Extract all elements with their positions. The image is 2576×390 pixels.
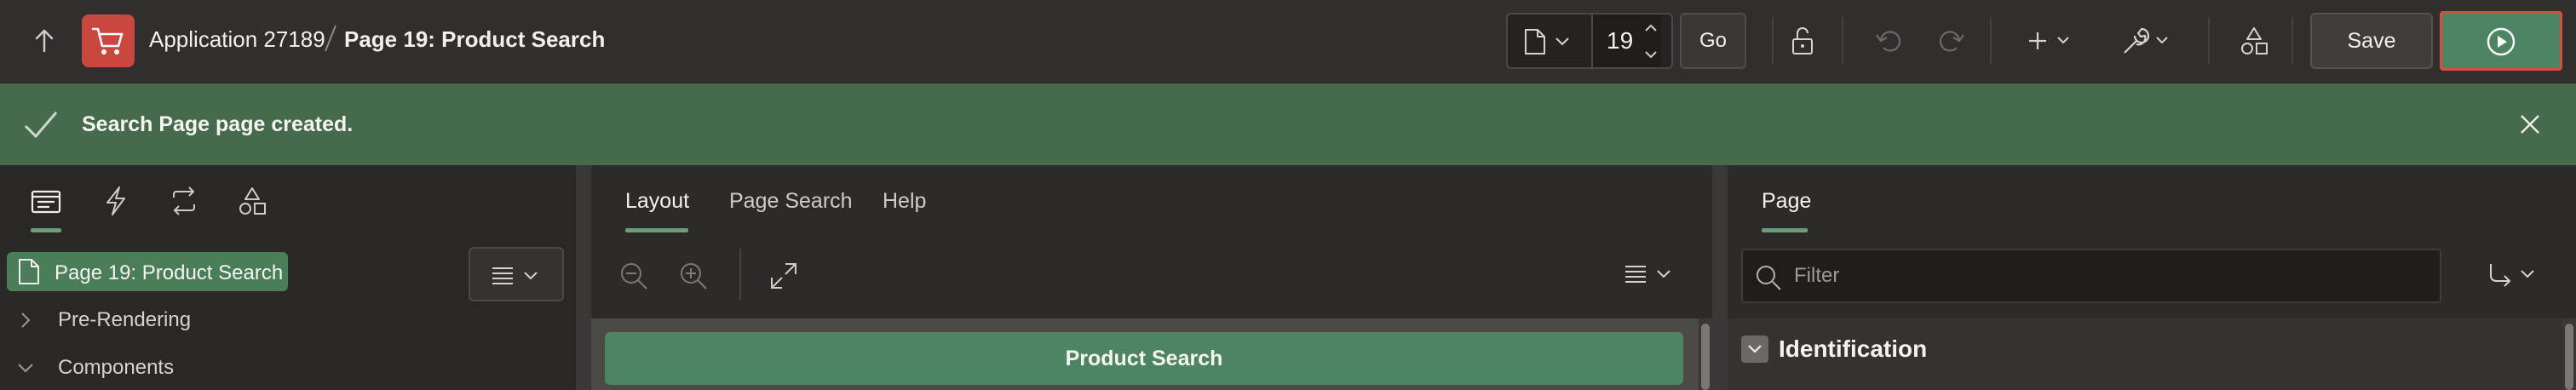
success-message-text: Search Page page created. (82, 112, 354, 136)
chevron-down-icon (1748, 345, 1762, 353)
success-message: Search Page page created. (0, 83, 2576, 165)
right-splitter[interactable] (1712, 165, 1728, 390)
shared-components-icon[interactable] (2237, 24, 2271, 58)
menu-icon (492, 267, 538, 284)
page-selector[interactable]: 19 (1506, 13, 1673, 69)
shared-components-tab-icon[interactable] (235, 184, 273, 218)
layout-menu-icon[interactable] (1624, 262, 1678, 286)
active-tab-indicator (625, 228, 688, 232)
page-title: Page 19: Product Search (344, 26, 606, 52)
tree-node-components[interactable]: Components (58, 356, 174, 380)
tab-help[interactable]: Help (883, 189, 926, 214)
toolbar-divider (2208, 17, 2210, 65)
processing-tab-icon[interactable] (167, 184, 204, 218)
collapse-toggle[interactable] (1741, 336, 1768, 363)
tab-page-search[interactable]: Page Search (729, 189, 853, 214)
toolbar-divider (1842, 17, 1843, 65)
breadcrumb-separator (323, 22, 338, 54)
filter-box (1741, 249, 2441, 303)
toolbar-divider (1990, 17, 1992, 65)
go-button[interactable]: Go (1680, 13, 1746, 69)
chevron-right-icon[interactable] (15, 310, 36, 330)
toolbar-divider (739, 249, 741, 300)
up-arrow-icon[interactable] (27, 24, 61, 58)
chevron-down-icon[interactable] (15, 358, 36, 378)
tab-page[interactable]: Page (1762, 189, 1811, 214)
expand-icon[interactable] (767, 259, 801, 293)
rendering-tab-icon[interactable] (29, 184, 66, 218)
redo-icon[interactable] (1934, 24, 1968, 58)
check-icon (22, 107, 60, 141)
active-tab-indicator (31, 228, 61, 232)
app-header: Application 27189 Page 19: Product Searc… (0, 0, 2576, 82)
cart-icon[interactable] (82, 14, 135, 67)
application-name-link[interactable]: Application 27189 (149, 26, 325, 53)
tab-layout[interactable]: Layout (625, 189, 689, 214)
active-tab-indicator (1762, 228, 1808, 232)
filter-input[interactable] (1794, 257, 2424, 295)
tree-menu-button[interactable] (469, 247, 564, 301)
save-button[interactable]: Save (2310, 13, 2433, 69)
page-number-stepper[interactable] (1634, 18, 1668, 66)
layout-scrollbar-thumb[interactable] (1701, 324, 1710, 390)
group-title: Identification (1779, 336, 1928, 362)
zoom-out-icon[interactable] (617, 259, 651, 293)
tree-node-pre-rendering[interactable]: Pre-Rendering (58, 308, 191, 332)
close-icon[interactable] (2518, 112, 2542, 136)
undo-icon[interactable] (1872, 24, 1906, 58)
left-splitter[interactable] (576, 165, 591, 390)
toolbar-divider (2291, 17, 2293, 65)
utilities-menu-icon[interactable] (2119, 24, 2176, 58)
lock-icon[interactable] (1785, 24, 1820, 58)
search-icon (1757, 266, 1781, 290)
zoom-in-icon[interactable] (676, 259, 710, 293)
create-menu-icon[interactable] (2027, 24, 2079, 58)
chevron-down-icon[interactable] (1554, 35, 1571, 47)
property-editor-pane: Page Identification (1728, 165, 2576, 390)
go-to-group-icon[interactable] (2486, 261, 2542, 291)
page-icon (1523, 28, 1547, 55)
page-icon (17, 258, 41, 285)
tree-node-label: Page 19: Product Search (55, 261, 284, 284)
tree-node-page[interactable]: Page 19: Product Search (7, 252, 288, 291)
property-scrollbar-thumb[interactable] (2565, 324, 2573, 390)
toolbar-divider (1772, 17, 1774, 65)
dynamic-actions-tab-icon[interactable] (99, 184, 136, 218)
play-icon (2487, 27, 2516, 56)
rendering-tree-pane: Page 19: Product Search Pre-Rendering Co… (0, 165, 576, 390)
save-and-run-button[interactable] (2440, 11, 2562, 71)
region-product-search[interactable]: Product Search (605, 332, 1683, 385)
layout-pane: Layout Page Search Help Product Search (591, 165, 1712, 390)
